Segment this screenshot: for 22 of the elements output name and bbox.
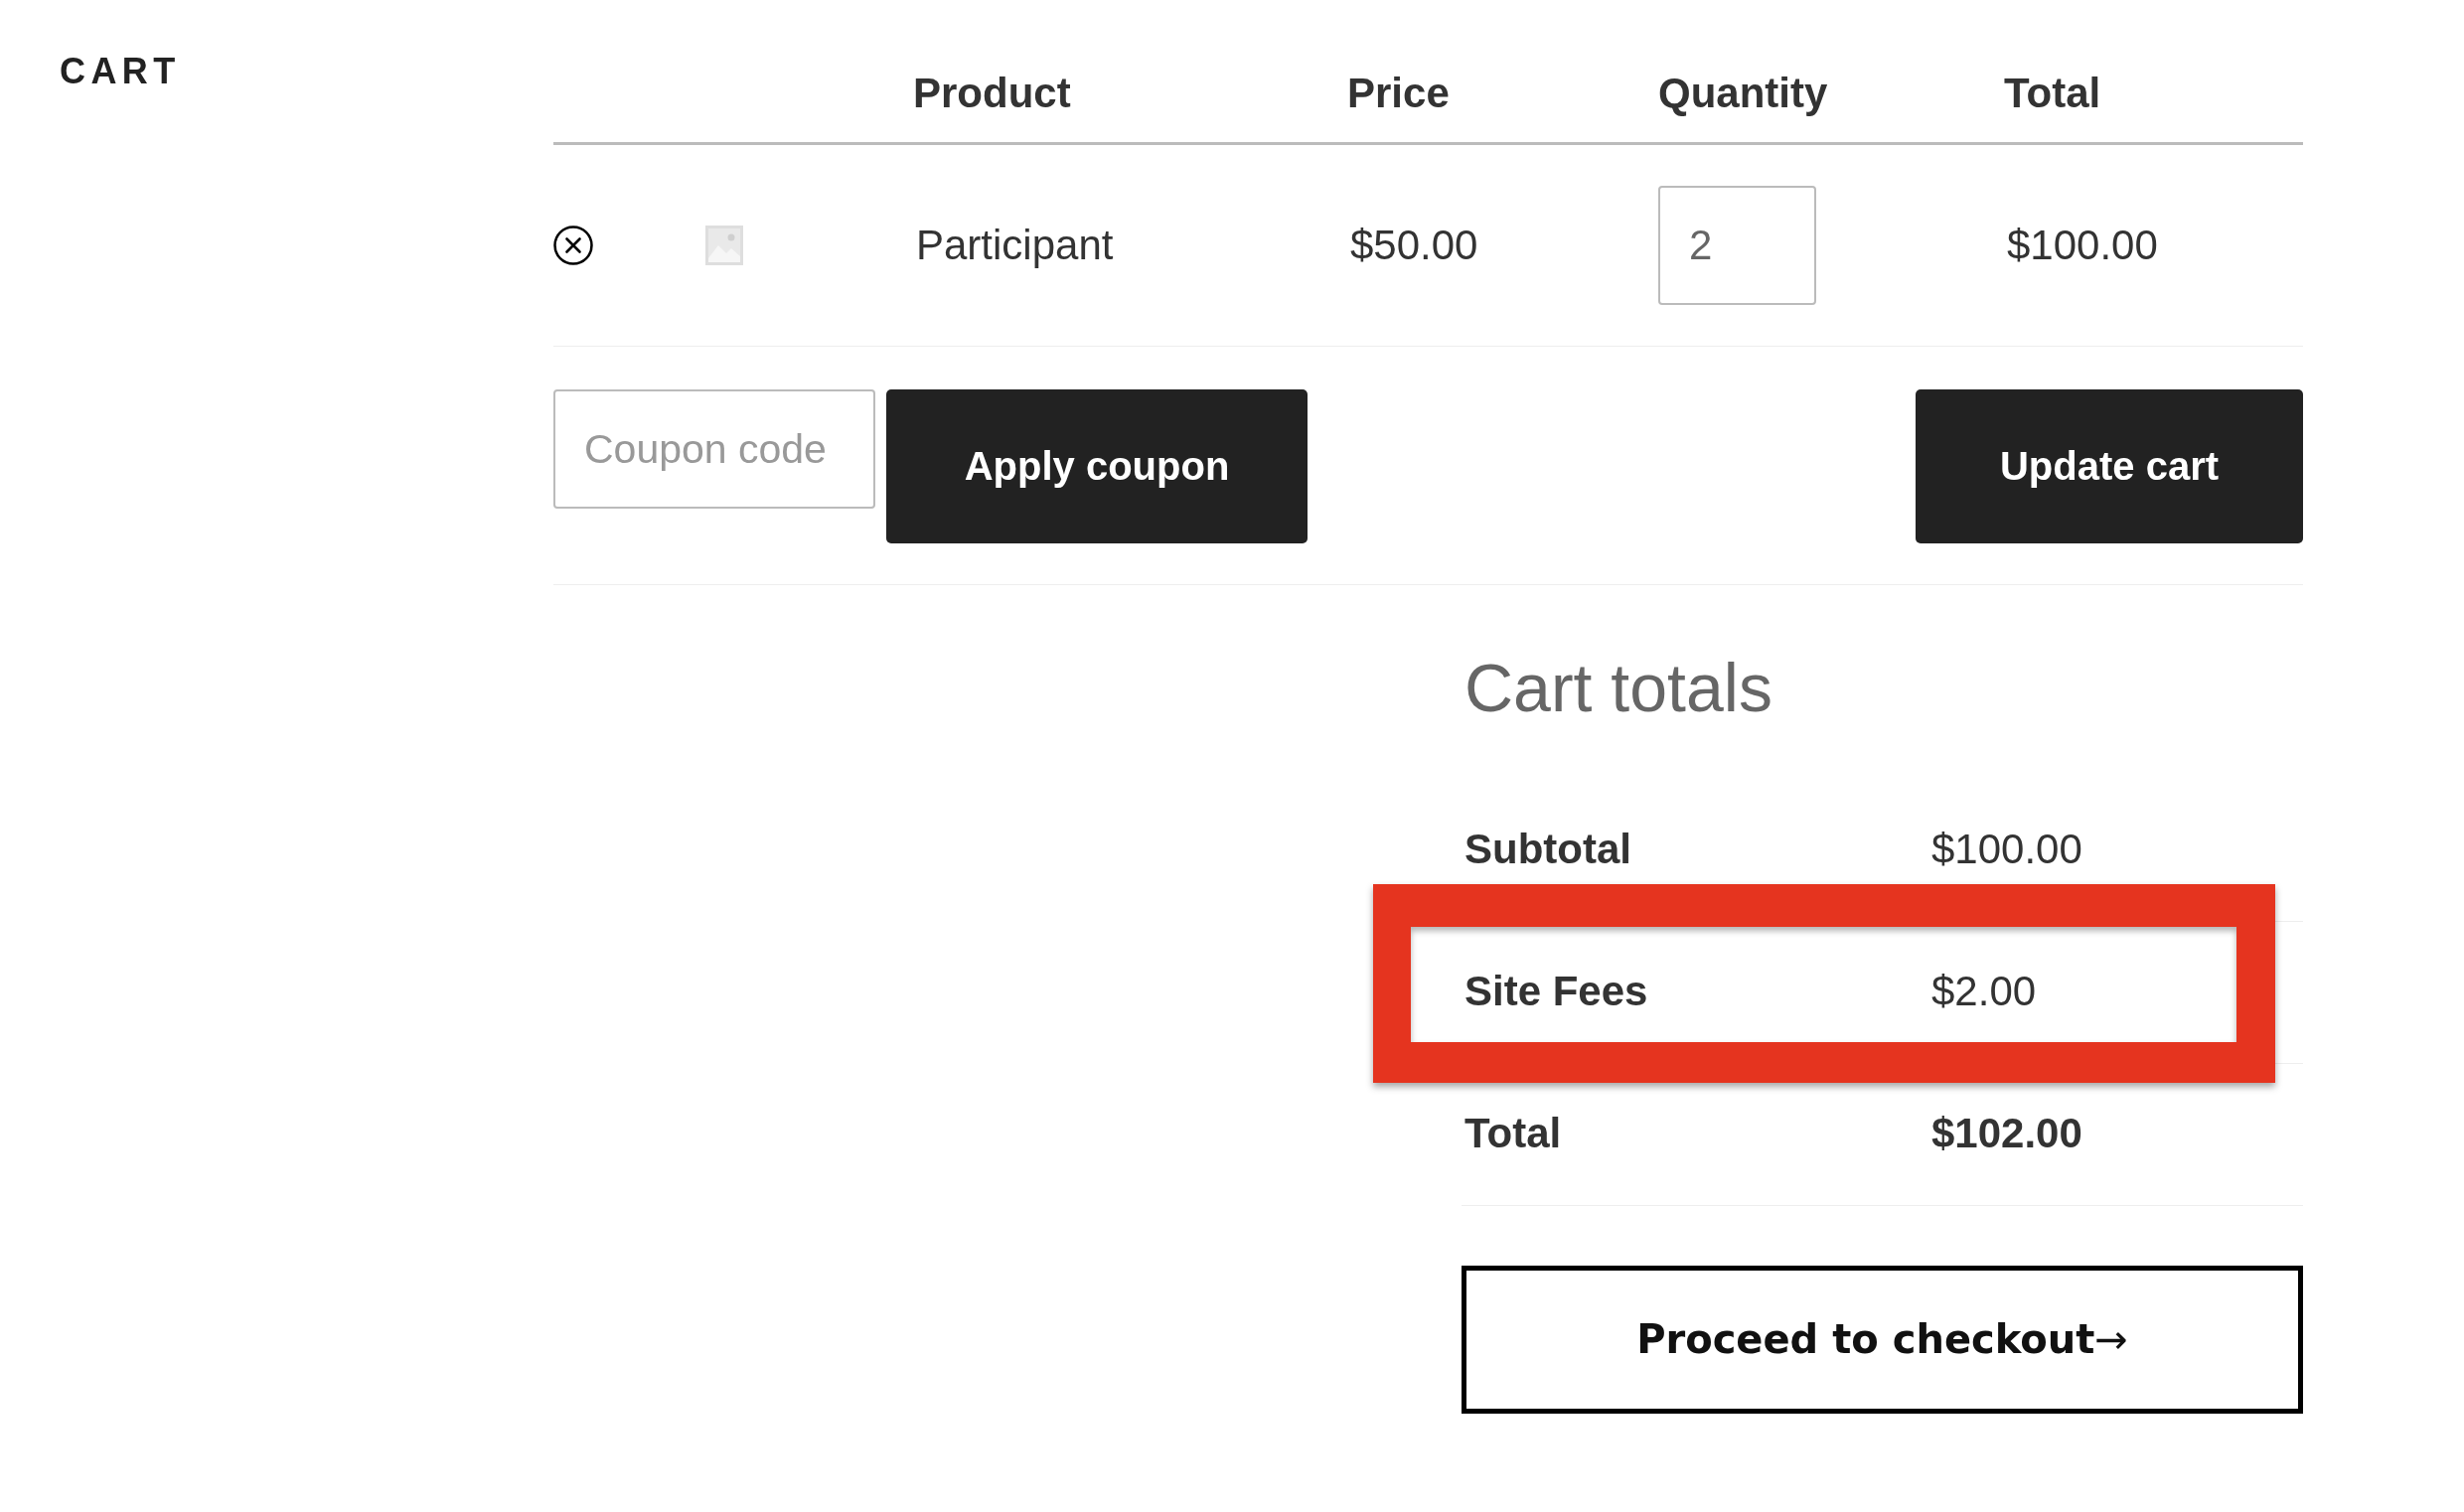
coupon-field[interactable]: Coupon code <box>553 389 875 509</box>
image-placeholder-icon <box>705 226 743 265</box>
column-header: Total <box>2004 69 2101 119</box>
line-total-cell-text: $100.00 <box>2006 220 2158 270</box>
update-cart-button[interactable]: Update cart <box>1916 389 2303 543</box>
product-name: Participant <box>915 220 1114 270</box>
column-header: Quantity <box>1658 69 1828 119</box>
apply-coupon-button[interactable]: Apply coupon <box>886 389 1308 543</box>
totals-value: $100.00 <box>1931 825 2082 875</box>
totals-label: Subtotal <box>1463 825 1631 875</box>
column-header: Price <box>1347 69 1450 119</box>
totals-value: $102.00 <box>1931 1109 2082 1159</box>
quantity-field[interactable]: 2 <box>1658 186 1816 305</box>
totals-label: Total <box>1463 1109 1562 1159</box>
price-cell-text: $50.00 <box>1349 220 1478 270</box>
page-heading: CART <box>60 50 181 93</box>
totals-label: Site Fees <box>1463 967 1648 1017</box>
column-header: Product <box>913 69 1071 119</box>
section-heading: Cart totals <box>1464 649 1772 727</box>
totals-value: $2.00 <box>1931 967 2037 1017</box>
checkout-button[interactable]: Proceed to checkout→ <box>1462 1265 2303 1414</box>
close-icon[interactable] <box>553 226 593 265</box>
